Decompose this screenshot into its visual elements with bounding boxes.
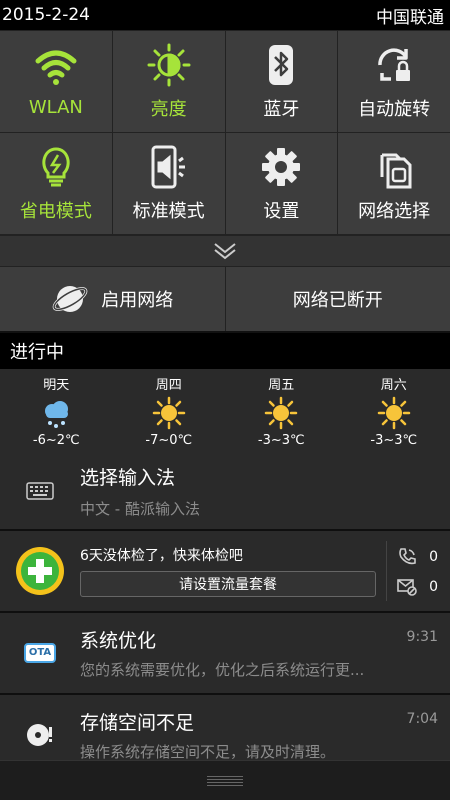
quick-settings-panel: WLAN 亮度 蓝牙 自动旋转 省电模式 标准模式 设置 网络选择 启用网络 网…: [0, 30, 450, 333]
expand-toggle[interactable]: [0, 235, 450, 267]
planet-icon: [52, 286, 88, 312]
input-method-notification[interactable]: 选择输入法 中文 - 酷派输入法: [0, 453, 450, 531]
tile-brightness[interactable]: 亮度: [112, 31, 225, 132]
sun-icon: [265, 396, 298, 430]
panel-drag-handle[interactable]: [0, 760, 450, 800]
tile-power-saving[interactable]: 省电模式: [0, 133, 112, 234]
weather-day: 周四 -7~0℃: [113, 369, 226, 453]
tile-label: 亮度: [150, 98, 187, 120]
tile-settings[interactable]: 设置: [225, 133, 338, 234]
tile-network-select[interactable]: 网络选择: [338, 133, 450, 234]
storage-warning-icon: [27, 724, 52, 746]
enable-network-button[interactable]: 启用网络: [0, 267, 225, 331]
notification-text: 操作系统存储空间不足，请及时清理。: [80, 743, 336, 761]
tile-label: 标准模式: [132, 200, 205, 222]
sun-icon: [152, 396, 185, 430]
network-status-label: 网络已断开: [292, 290, 383, 311]
weather-day: 周六 -3~3℃: [338, 369, 450, 453]
weather-day-name: 明天: [43, 378, 70, 393]
enable-network-label: 启用网络: [101, 290, 174, 311]
keyboard-icon: [26, 482, 54, 500]
weather-temp: -7~0℃: [145, 433, 193, 448]
system-optimize-notification[interactable]: OTA 系统优化 您的系统需要优化，优化之后系统运行更... 9:31: [0, 613, 450, 695]
wifi-icon: [35, 50, 77, 85]
sms-count-value: 0: [429, 578, 438, 595]
weather-day-name: 周五: [268, 378, 295, 393]
bluetooth-icon: [269, 44, 294, 85]
weather-day-name: 周四: [155, 378, 182, 393]
tile-wlan[interactable]: WLAN: [0, 31, 112, 132]
tile-bluetooth[interactable]: 蓝牙: [225, 31, 338, 132]
tile-label: 设置: [263, 200, 300, 222]
double-chevron-down-icon: [214, 243, 236, 260]
tile-label: 网络选择: [358, 200, 431, 222]
notification-title: 选择输入法: [80, 467, 176, 489]
360-logo-icon: [16, 547, 64, 595]
status-bar: 2015-2-24 中国联通: [0, 0, 450, 30]
phone-call-icon: [399, 547, 416, 564]
notification-time: 9:31: [406, 629, 438, 645]
status-carrier: 中国联通: [376, 7, 444, 28]
tile-label: 自动旋转: [358, 98, 431, 120]
tile-auto-rotate[interactable]: 自动旋转: [338, 31, 450, 132]
security-message: 6天没体检了，快来体检吧: [80, 548, 243, 564]
bulb-icon: [42, 146, 70, 186]
tile-label: 蓝牙: [263, 98, 300, 120]
notification-text: 中文 - 酷派输入法: [80, 500, 200, 518]
status-date: 2015-2-24: [2, 5, 90, 25]
notification-time: 7:04: [406, 711, 438, 727]
tile-standard-mode[interactable]: 标准模式: [112, 133, 225, 234]
sun-icon: [377, 396, 410, 430]
weather-day: 明天 -6~2℃: [0, 369, 113, 453]
weather-temp: -3~3℃: [370, 433, 418, 448]
weather-temp: -3~3℃: [257, 433, 305, 448]
sms-count[interactable]: 0: [397, 578, 450, 596]
network-row: 启用网络 网络已断开: [0, 267, 450, 333]
network-status-button[interactable]: 网络已断开: [224, 267, 450, 331]
rotate-lock-icon: [378, 47, 411, 81]
mail-block-icon: [397, 578, 417, 596]
notification-title: 存储空间不足: [80, 712, 195, 734]
phone-sound-icon: [151, 145, 185, 188]
tile-label: WLAN: [28, 97, 83, 118]
weather-day-name: 周六: [380, 378, 407, 393]
weather-forecast[interactable]: 明天 -6~2℃ 周四 -7~0℃ 周五 -3~3℃ 周六 -3~3℃: [0, 369, 450, 453]
notification-text: 您的系统需要优化，优化之后系统运行更...: [80, 661, 365, 679]
sim-card-icon: [380, 153, 412, 188]
snow-cloud-icon: [45, 401, 69, 428]
call-count-value: 0: [429, 548, 438, 565]
weather-temp: -6~2℃: [32, 433, 80, 448]
ota-icon: OTA: [24, 643, 56, 663]
notification-title: 系统优化: [80, 630, 157, 652]
call-count[interactable]: 0: [397, 547, 450, 567]
set-data-plan-button[interactable]: 请设置流量套餐: [80, 571, 376, 597]
gear-icon: [262, 147, 301, 186]
tile-label: 省电模式: [19, 200, 92, 222]
ongoing-header: 进行中: [0, 333, 450, 369]
weather-day: 周五 -3~3℃: [225, 369, 338, 453]
grip-lines-icon: [207, 775, 243, 786]
security-360-notification[interactable]: 6天没体检了，快来体检吧 请设置流量套餐 0 0: [0, 531, 450, 613]
brightness-icon: [147, 43, 191, 86]
